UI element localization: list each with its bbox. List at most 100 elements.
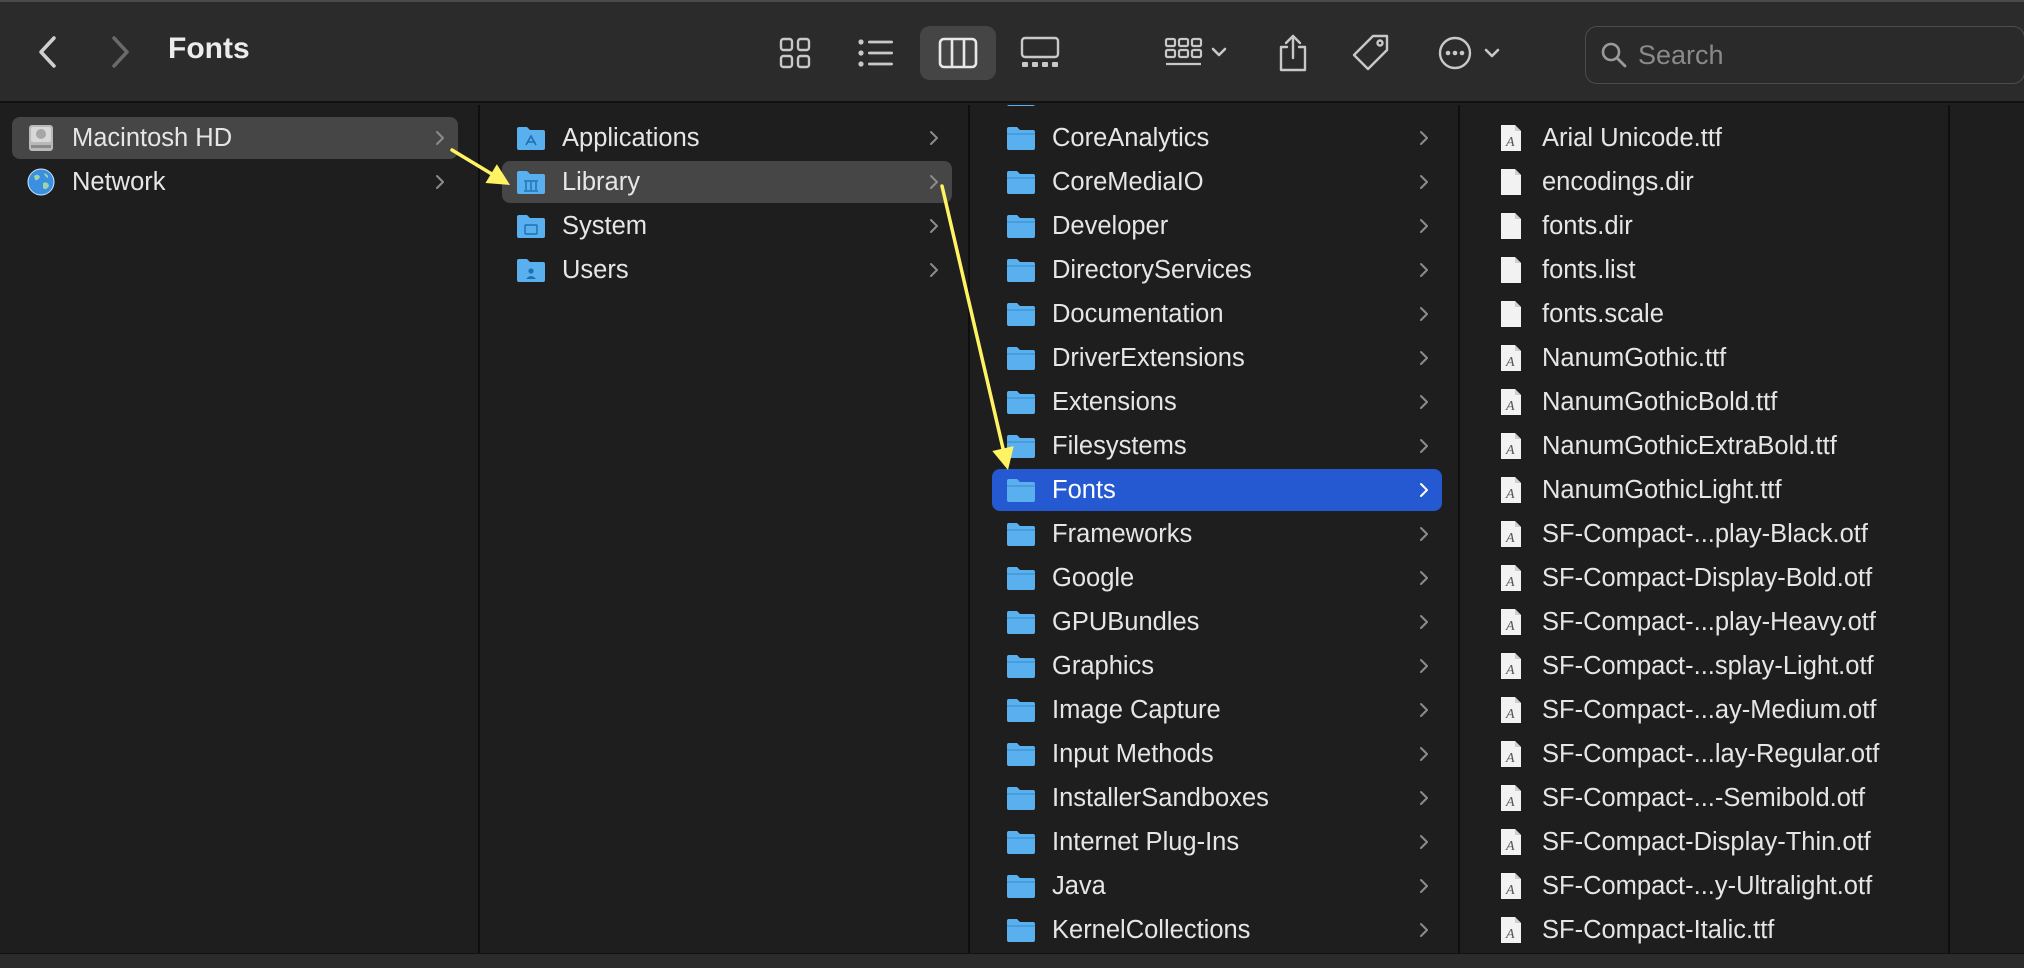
file-item[interactable]: fonts.dir <box>1482 205 1932 247</box>
folder-graphics[interactable]: Graphics <box>992 645 1442 687</box>
folder-java-label: Java <box>1052 871 1106 900</box>
chevron-right-icon <box>1418 921 1430 944</box>
file-item[interactable]: A SF-Compact-Italic.ttf <box>1482 909 1932 951</box>
chevron-right-icon <box>434 129 446 152</box>
folder-icon <box>1006 696 1036 724</box>
folder-icon <box>516 212 546 240</box>
folder-driverextensions[interactable]: DriverExtensions <box>992 337 1442 379</box>
folder-installersandboxes[interactable]: InstallerSandboxes <box>992 777 1442 819</box>
folder-coreanalytics[interactable]: CoreAnalytics <box>992 117 1442 159</box>
folder-directoryservices-label: DirectoryServices <box>1052 255 1252 284</box>
group-by-button[interactable] <box>1156 28 1236 78</box>
search-input[interactable] <box>1638 35 1998 75</box>
file-item[interactable]: A SF-Compact-Display-Thin.otf <box>1482 821 1932 863</box>
font-file-icon: A <box>1496 872 1526 900</box>
toolbar: Fonts <box>0 0 2024 103</box>
file-item[interactable]: A SF-Compact-...play-Heavy.otf <box>1482 601 1932 643</box>
svg-text:A: A <box>1505 751 1515 766</box>
folder-installersandboxes-label: InstallerSandboxes <box>1052 783 1269 812</box>
file-item[interactable]: A SF-Compact-...splay-Light.otf <box>1482 645 1932 687</box>
folder-icon <box>516 124 546 152</box>
file-item-label: fonts.scale <box>1542 299 1664 328</box>
chevron-right-icon <box>1418 261 1430 284</box>
folder-internet-plug-ins[interactable]: Internet Plug-Ins <box>992 821 1442 863</box>
file-item[interactable]: fonts.scale <box>1482 293 1932 335</box>
file-item-label: NanumGothic.ttf <box>1542 343 1727 372</box>
folder-developer-label: Developer <box>1052 211 1169 240</box>
svg-text:A: A <box>1505 487 1515 502</box>
file-item[interactable]: fonts.list <box>1482 249 1932 291</box>
file-item[interactable]: A Arial Unicode.ttf <box>1482 117 1932 159</box>
file-item[interactable]: A SF-Compact-...-Semibold.otf <box>1482 777 1932 819</box>
tag-button[interactable] <box>1346 28 1396 78</box>
folder-developer[interactable]: Developer <box>992 205 1442 247</box>
icon-view-button[interactable] <box>757 26 833 80</box>
folder-applications[interactable]: Applications <box>502 117 952 159</box>
chevron-right-icon <box>1418 613 1430 636</box>
folder-gpubundles[interactable]: GPUBundles <box>992 601 1442 643</box>
chevron-right-icon <box>1418 105 1430 108</box>
font-file-icon: A <box>1496 520 1526 548</box>
column-view-button[interactable] <box>920 26 996 80</box>
file-item[interactable]: A SF-Compact-...lay-Regular.otf <box>1482 733 1932 775</box>
gallery-icon <box>1020 36 1060 67</box>
folder-icon <box>1006 564 1036 592</box>
folder-documentation[interactable]: Documentation <box>992 293 1442 335</box>
file-item-label: SF-Compact-...-Semibold.otf <box>1542 783 1866 812</box>
back-button[interactable] <box>28 30 68 74</box>
file-item-label: Arial Unicode.ttf <box>1542 123 1722 152</box>
gallery-view-button[interactable] <box>1002 26 1078 80</box>
list-view-button[interactable] <box>838 26 914 80</box>
file-item[interactable]: A SF-Compact-Display-Bold.otf <box>1482 557 1932 599</box>
chevron-right-icon <box>928 129 940 152</box>
ellipsis-circle-icon <box>1438 36 1500 70</box>
file-item[interactable]: A NanumGothic.ttf <box>1482 337 1932 379</box>
folder-extensions[interactable]: Extensions <box>992 381 1442 423</box>
search-field[interactable] <box>1585 26 2024 84</box>
sidebar-item-network[interactable]: Network <box>12 161 458 203</box>
file-item[interactable]: A NanumGothicLight.ttf <box>1482 469 1932 511</box>
share-button[interactable] <box>1268 28 1318 78</box>
file-item[interactable]: encodings.dir <box>1482 161 1932 203</box>
chevron-right-icon <box>928 217 940 240</box>
file-item[interactable]: A NanumGothicBold.ttf <box>1482 381 1932 423</box>
folder-google[interactable]: Google <box>992 557 1442 599</box>
folder-image-capture[interactable]: Image Capture <box>992 689 1442 731</box>
folder-contextual-menu-items[interactable]: Contextual Menu Items <box>992 105 1442 115</box>
folder-library[interactable]: Library <box>502 161 952 203</box>
sidebar-item-macintosh-hd[interactable]: Macintosh HD <box>12 117 458 159</box>
share-icon <box>1279 34 1307 72</box>
file-item[interactable]: A SF-Compact-...y-Ultralight.otf <box>1482 865 1932 907</box>
folder-users[interactable]: Users <box>502 249 952 291</box>
folder-users-label: Users <box>562 255 629 284</box>
font-file-icon: A <box>1496 388 1526 416</box>
file-item-label: SF-Compact-...splay-Light.otf <box>1542 651 1874 680</box>
more-actions-button[interactable] <box>1430 28 1510 78</box>
svg-text:A: A <box>1505 707 1515 722</box>
folder-directoryservices[interactable]: DirectoryServices <box>992 249 1442 291</box>
chevron-right-icon <box>1418 305 1430 328</box>
folder-input-methods-label: Input Methods <box>1052 739 1214 768</box>
folder-kernelcollections[interactable]: KernelCollections <box>992 909 1442 951</box>
file-item[interactable]: A SF-Compact-...ay-Medium.otf <box>1482 689 1932 731</box>
folder-gpubundles-label: GPUBundles <box>1052 607 1200 636</box>
chevron-right-icon <box>1418 877 1430 900</box>
file-item[interactable]: A SF-Compact-...play-Black.otf <box>1482 513 1932 555</box>
folder-system[interactable]: System <box>502 205 952 247</box>
folder-filesystems[interactable]: Filesystems <box>992 425 1442 467</box>
folder-input-methods[interactable]: Input Methods <box>992 733 1442 775</box>
file-item[interactable]: A NanumGothicExtraBold.ttf <box>1482 425 1932 467</box>
fonts-column: A Arial Unicode.ttf encodings.dir fonts.dir… <box>1462 105 1950 953</box>
folder-frameworks[interactable]: Frameworks <box>992 513 1442 555</box>
document-icon <box>1496 256 1526 284</box>
svg-text:A: A <box>1505 927 1515 942</box>
chevron-right-icon <box>1418 349 1430 372</box>
forward-button[interactable] <box>100 30 140 74</box>
folder-java[interactable]: Java <box>992 865 1442 907</box>
font-file-icon: A <box>1496 828 1526 856</box>
folder-coremediaio[interactable]: CoreMediaIO <box>992 161 1442 203</box>
folder-library-label: Library <box>562 167 640 196</box>
document-icon <box>1496 300 1526 328</box>
folder-fonts[interactable]: Fonts <box>992 469 1442 511</box>
file-item-label: SF-Compact-...play-Heavy.otf <box>1542 607 1876 636</box>
